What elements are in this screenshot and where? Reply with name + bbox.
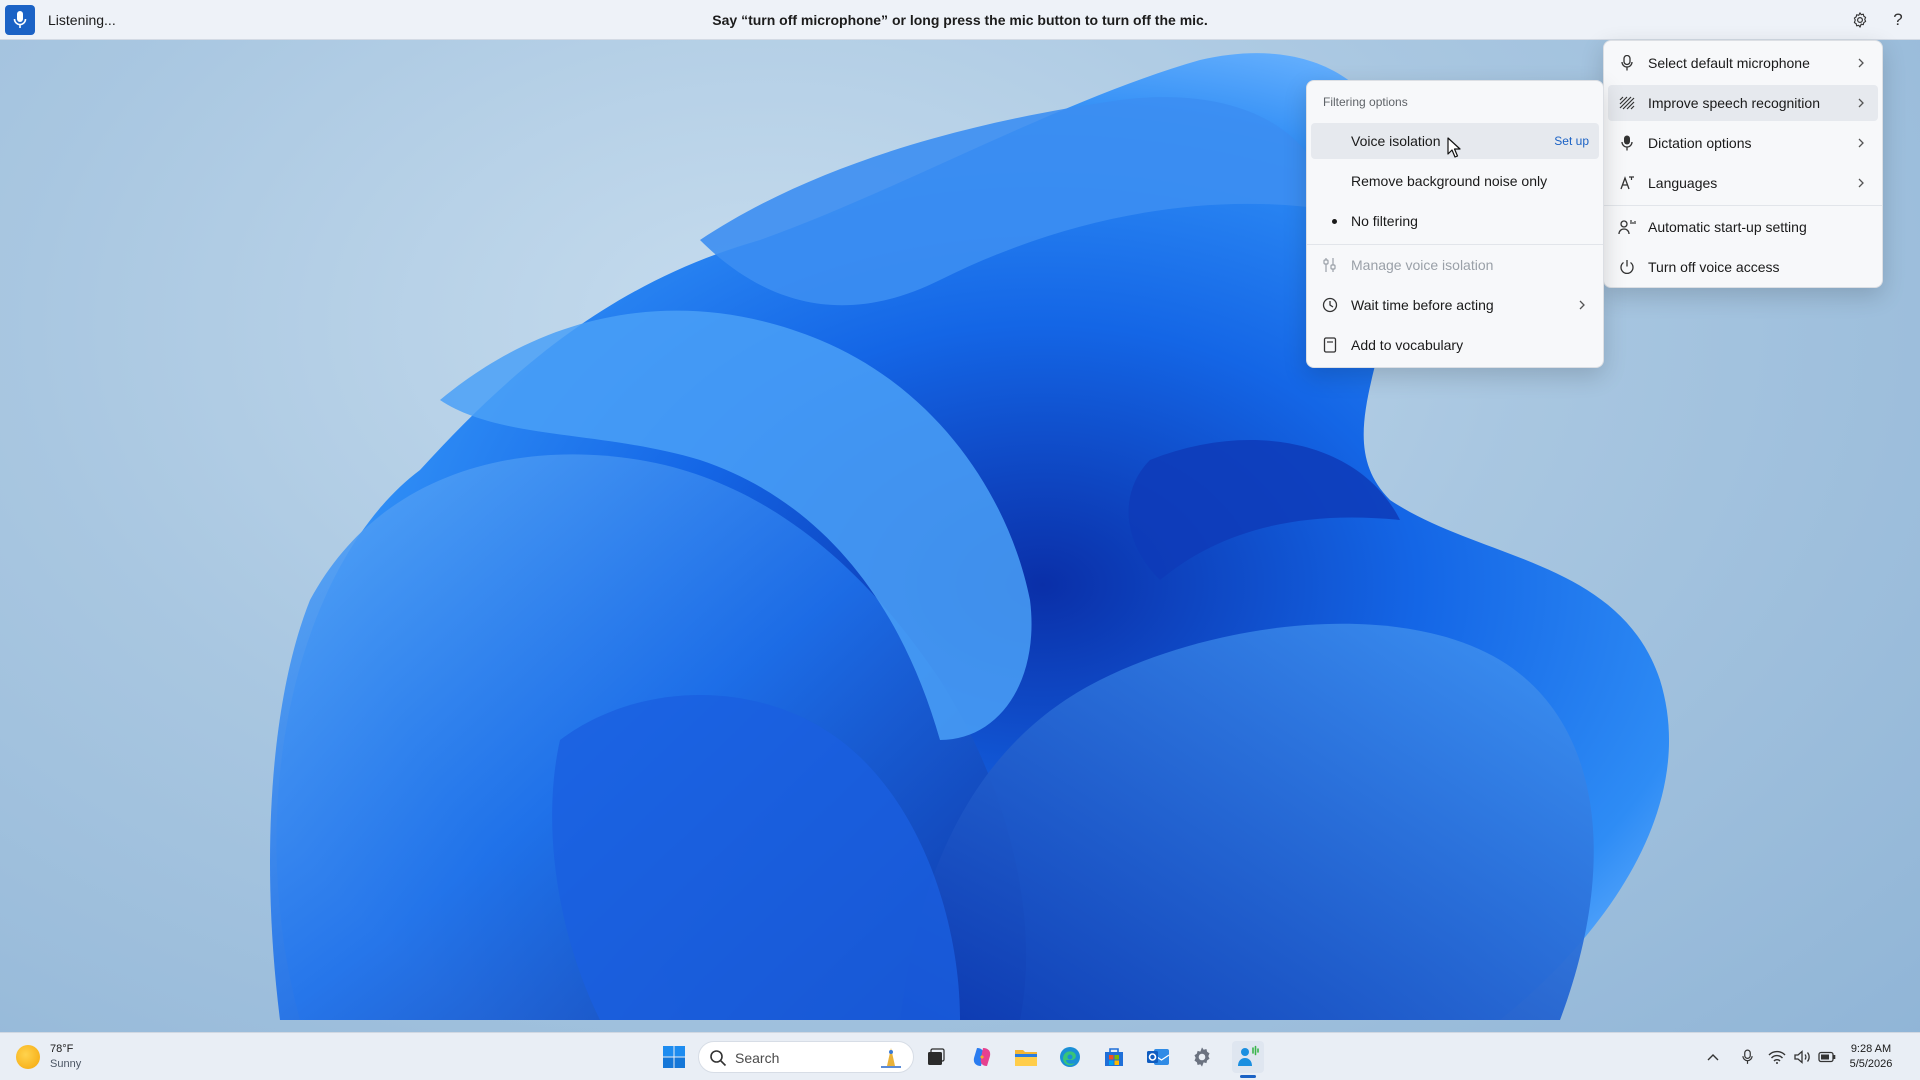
settings-app-button[interactable] — [1186, 1041, 1218, 1073]
copilot-icon — [973, 1048, 991, 1066]
menu-item-label: Add to vocabulary — [1351, 337, 1464, 353]
listening-status: Listening... — [48, 12, 116, 28]
copilot-button[interactable] — [966, 1041, 998, 1073]
settings-button[interactable] — [1848, 8, 1872, 32]
menu-item-label: Manage voice isolation — [1351, 257, 1494, 273]
microsoft-store-button[interactable] — [1098, 1041, 1130, 1073]
chevron-right-icon — [1577, 297, 1587, 313]
help-button[interactable]: ? — [1886, 8, 1910, 32]
menu-item-dictation-options[interactable]: Dictation options — [1608, 125, 1878, 161]
task-view-button[interactable] — [920, 1041, 952, 1073]
menu-divider — [1604, 205, 1882, 206]
chevron-right-icon — [1856, 55, 1866, 71]
clock-time: 9:28 AM — [1850, 1043, 1892, 1055]
menu-item-automatic-startup[interactable]: Automatic start-up setting — [1608, 209, 1878, 245]
menu-item-label: Wait time before acting — [1351, 297, 1494, 313]
menu-item-label: Automatic start-up setting — [1648, 219, 1807, 235]
dictation-mic-icon — [1618, 134, 1636, 152]
notebook-icon — [1321, 336, 1339, 354]
weather-temperature: 78°F — [50, 1043, 74, 1055]
edge-button[interactable] — [1054, 1041, 1086, 1073]
filtering-options-header: Filtering options — [1323, 95, 1408, 109]
search-highlight-icon — [881, 1048, 901, 1068]
volume-icon — [1794, 1050, 1810, 1064]
store-icon — [1105, 1048, 1123, 1066]
voice-access-icon — [1238, 1045, 1259, 1066]
selected-dot-icon — [1332, 219, 1337, 224]
menu-item-improve-speech-recognition[interactable]: Improve speech recognition — [1608, 85, 1878, 121]
mouse-cursor-icon — [1447, 137, 1461, 158]
file-explorer-button[interactable] — [1010, 1041, 1042, 1073]
battery-icon — [1818, 1051, 1836, 1063]
menu-item-label: Languages — [1648, 175, 1718, 191]
menu-item-label: No filtering — [1351, 213, 1418, 229]
taskbar: 78°F Sunny Search 9:28 AM 5/5/2026 — [0, 1032, 1920, 1080]
microphone-icon — [1741, 1049, 1753, 1064]
language-icon — [1618, 174, 1636, 192]
tray-network[interactable] — [1766, 1041, 1788, 1073]
microphone-icon — [13, 11, 27, 28]
menu-item-turn-off-voice-access[interactable]: Turn off voice access — [1608, 249, 1878, 285]
menu-item-add-to-vocabulary[interactable]: Add to vocabulary — [1311, 327, 1599, 363]
weather-condition: Sunny — [50, 1058, 82, 1070]
outlook-button[interactable] — [1142, 1041, 1174, 1073]
taskbar-clock[interactable]: 9:28 AM 5/5/2026 — [1836, 1042, 1906, 1072]
menu-item-label: Remove background noise only — [1351, 173, 1548, 189]
menu-item-languages[interactable]: Languages — [1608, 165, 1878, 201]
start-button[interactable] — [658, 1041, 690, 1073]
search-icon — [710, 1050, 727, 1067]
menu-item-select-default-microphone[interactable]: Select default microphone — [1608, 45, 1878, 81]
chevron-right-icon — [1856, 175, 1866, 191]
chevron-up-icon — [1707, 1054, 1719, 1061]
speech-waves-icon — [1618, 94, 1636, 112]
menu-item-remove-background-noise[interactable]: Remove background noise only — [1311, 163, 1599, 199]
chevron-right-icon — [1856, 135, 1866, 151]
sunny-weather-icon — [16, 1045, 40, 1069]
menu-item-label: Turn off voice access — [1648, 259, 1780, 275]
improve-speech-submenu: Filtering options Voice isolation Set up… — [1306, 80, 1604, 368]
help-icon: ? — [1893, 10, 1903, 29]
menu-divider — [1307, 244, 1603, 245]
menu-item-label: Voice isolation — [1351, 133, 1441, 149]
microphone-icon — [1618, 54, 1636, 72]
wifi-icon — [1768, 1050, 1786, 1064]
menu-item-label: Improve speech recognition — [1648, 95, 1820, 111]
setup-link[interactable]: Set up — [1554, 134, 1589, 148]
settings-icon — [1194, 1047, 1210, 1067]
menu-item-manage-voice-isolation: Manage voice isolation — [1311, 247, 1599, 283]
menu-item-no-filtering[interactable]: No filtering — [1311, 203, 1599, 239]
edge-icon — [1060, 1047, 1080, 1067]
sliders-icon — [1321, 256, 1339, 274]
taskbar-search-box[interactable]: Search — [698, 1041, 914, 1073]
weather-widget[interactable]: 78°F Sunny — [16, 1041, 81, 1073]
show-hidden-icons-button[interactable] — [1702, 1041, 1724, 1073]
voice-hint-text: Say “turn off microphone” or long press … — [712, 12, 1208, 28]
voice-access-bar: Listening... Say “turn off microphone” o… — [0, 0, 1920, 40]
voice-access-taskbar-button[interactable] — [1232, 1041, 1264, 1073]
tray-microphone[interactable] — [1736, 1041, 1758, 1073]
tray-battery[interactable] — [1816, 1041, 1838, 1073]
clock-date: 5/5/2026 — [1849, 1058, 1893, 1070]
active-app-indicator — [1240, 1075, 1256, 1078]
tray-volume[interactable] — [1792, 1041, 1814, 1073]
person-startup-icon — [1618, 218, 1636, 236]
clock-icon — [1321, 296, 1339, 314]
menu-item-label: Dictation options — [1648, 135, 1752, 151]
file-explorer-icon — [1015, 1050, 1037, 1066]
gear-icon — [1853, 12, 1867, 28]
menu-item-label: Select default microphone — [1648, 55, 1810, 71]
start-icon — [663, 1046, 685, 1068]
menu-item-wait-time[interactable]: Wait time before acting — [1311, 287, 1599, 323]
task-view-icon — [928, 1048, 945, 1065]
power-icon — [1618, 258, 1636, 276]
search-placeholder: Search — [735, 1050, 780, 1066]
microphone-button[interactable] — [5, 5, 35, 35]
chevron-right-icon — [1856, 95, 1866, 111]
outlook-icon — [1147, 1049, 1170, 1065]
voice-access-settings-menu: Select default microphone Improve speech… — [1603, 40, 1883, 288]
